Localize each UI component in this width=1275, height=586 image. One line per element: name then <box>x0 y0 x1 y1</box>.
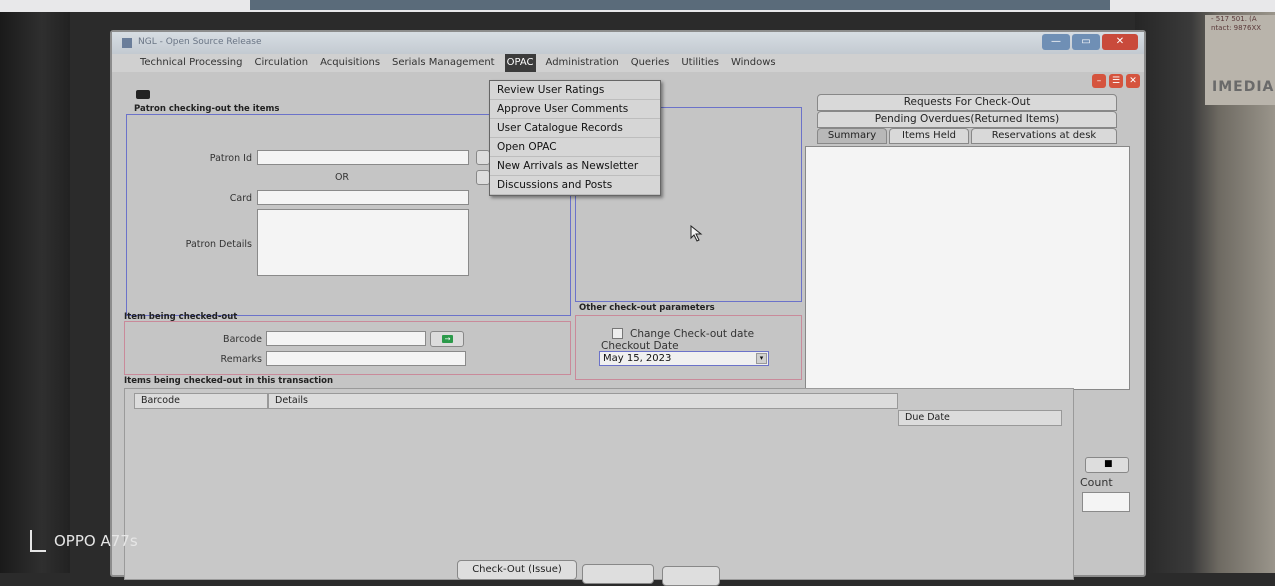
menu-opac[interactable]: OPAC <box>504 54 536 72</box>
ngl-app-window: NGL - Open Source Release — ▭ ✕ Technica… <box>110 30 1146 586</box>
remarks-label: Remarks <box>220 354 262 365</box>
background-window-strip <box>250 0 1110 10</box>
patron-id-field[interactable] <box>257 150 469 165</box>
arrow-right-icon: → <box>442 335 453 343</box>
tertiary-button[interactable] <box>662 566 720 586</box>
checkout-date-value: May 15, 2023 <box>603 353 672 364</box>
summary-content-area <box>805 146 1130 390</box>
wall-line: - 517 501. (A <box>1211 15 1257 23</box>
transaction-group-title: Items being checked-out in this transact… <box>124 376 334 386</box>
date-picker-icon[interactable]: ▾ <box>756 353 767 364</box>
tab-reservations-at-desk[interactable]: Reservations at desk <box>971 128 1117 144</box>
barcode-field[interactable] <box>266 331 426 346</box>
patron-details-label: Patron Details <box>185 239 252 250</box>
patron-group-title: Patron checking-out the items <box>134 104 280 114</box>
menu-technical-processing[interactable]: Technical Processing <box>138 54 245 72</box>
menu-item-open-opac[interactable]: Open OPAC <box>490 138 660 157</box>
window-title: NGL - Open Source Release <box>138 37 262 47</box>
mouse-cursor-icon <box>690 225 703 242</box>
menu-serials-management[interactable]: Serials Management <box>390 54 497 72</box>
opac-dropdown-menu: Review User Ratings Approve User Comment… <box>489 80 661 196</box>
tab-items-held[interactable]: Items Held <box>889 128 969 144</box>
inner-minimize-icon[interactable]: – <box>1092 74 1106 88</box>
menu-item-discussions-and-posts[interactable]: Discussions and Posts <box>490 176 660 195</box>
wall-line: ntact: 9876XX <box>1211 24 1262 32</box>
tab-summary[interactable]: Summary <box>817 128 887 144</box>
barcode-go-button[interactable]: → <box>430 331 464 347</box>
inner-close-icon[interactable]: ✕ <box>1126 74 1140 88</box>
col-header-due-date[interactable]: Due Date <box>898 410 1062 426</box>
menu-bar: Technical Processing Circulation Acquisi… <box>112 54 1144 72</box>
patron-lookup-button[interactable] <box>476 150 490 165</box>
wall-brand: IMEDIA <box>1212 79 1275 95</box>
card-field[interactable] <box>257 190 469 205</box>
or-label: OR <box>334 172 350 183</box>
tab-requests-for-checkout[interactable]: Requests For Check-Out <box>817 94 1117 111</box>
menu-item-user-catalogue-records[interactable]: User Catalogue Records <box>490 119 660 138</box>
tab-pending-overdues[interactable]: Pending Overdues(Returned Items) <box>817 111 1117 128</box>
menu-item-approve-user-comments[interactable]: Approve User Comments <box>490 100 660 119</box>
title-bar: NGL - Open Source Release — ▭ ✕ <box>112 32 1144 54</box>
maximize-icon[interactable]: ▭ <box>1072 34 1100 50</box>
count-field <box>1082 492 1130 512</box>
minimize-icon[interactable]: — <box>1042 34 1070 50</box>
menu-queries[interactable]: Queries <box>629 54 672 72</box>
item-panel <box>124 321 571 375</box>
change-date-checkbox[interactable] <box>612 328 623 339</box>
checkout-date-field[interactable]: May 15, 2023 ▾ <box>599 351 769 366</box>
collapse-toggle[interactable] <box>136 90 150 99</box>
menu-item-review-user-ratings[interactable]: Review User Ratings <box>490 81 660 100</box>
oppo-logo-icon <box>30 530 46 552</box>
checkout-issue-button[interactable]: Check-Out (Issue) <box>457 560 577 580</box>
card-label: Card <box>229 193 252 204</box>
app-icon <box>122 38 132 48</box>
secondary-button[interactable] <box>582 564 654 584</box>
delete-row-button[interactable]: ■ <box>1085 457 1129 473</box>
close-icon[interactable]: ✕ <box>1102 34 1138 50</box>
patron-id-label: Patron Id <box>209 153 252 164</box>
monitor-bezel-left <box>0 12 70 573</box>
patron-details-area <box>257 209 469 276</box>
wall-poster: - 517 501. (A ntact: 9876XX IMEDIA <box>1205 15 1275 105</box>
trash-icon: ■ <box>1104 459 1113 469</box>
remarks-field[interactable] <box>266 351 466 366</box>
menu-acquisitions[interactable]: Acquisitions <box>318 54 382 72</box>
inner-restore-icon[interactable]: ☰ <box>1109 74 1123 88</box>
barcode-label: Barcode <box>223 334 262 345</box>
menu-utilities[interactable]: Utilities <box>679 54 721 72</box>
camera-watermark-text: OPPO A77s <box>54 532 138 550</box>
menu-windows[interactable]: Windows <box>729 54 778 72</box>
monitor-top-edge <box>0 0 1275 12</box>
menu-item-new-arrivals-newsletter[interactable]: New Arrivals as Newsletter <box>490 157 660 176</box>
camera-watermark: OPPO A77s <box>30 530 138 552</box>
patron-card-button[interactable] <box>476 170 490 185</box>
col-header-details[interactable]: Details <box>268 393 898 409</box>
change-date-label: Change Check-out date <box>630 328 755 340</box>
menu-administration[interactable]: Administration <box>544 54 621 72</box>
col-header-barcode[interactable]: Barcode <box>134 393 268 409</box>
other-params-title: Other check-out parameters <box>579 303 715 313</box>
menu-circulation[interactable]: Circulation <box>253 54 311 72</box>
count-label: Count <box>1080 476 1113 489</box>
